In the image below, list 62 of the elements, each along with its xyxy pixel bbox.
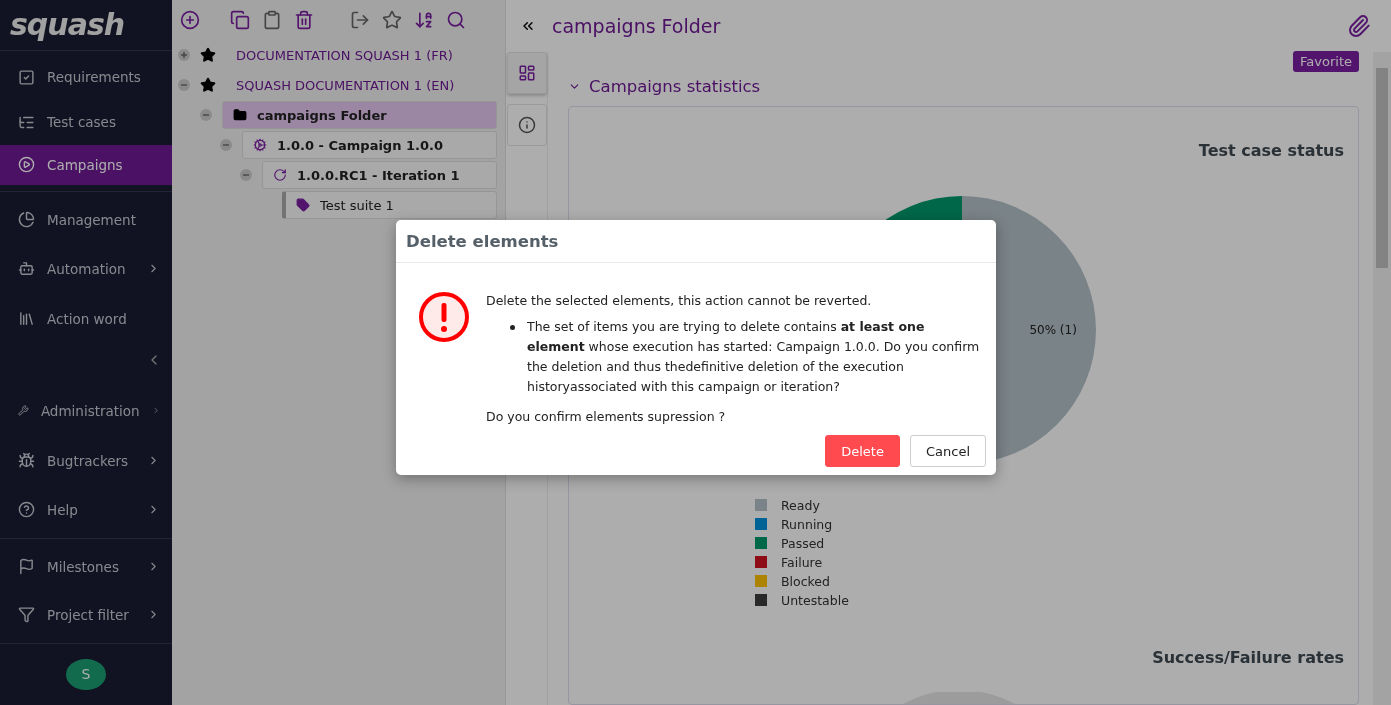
nav-icon — [18, 211, 35, 229]
tree-node[interactable]: DOCUMENTATION SQUASH 1 (FR) — [226, 42, 497, 68]
page-title: campaigns Folder — [552, 15, 722, 37]
nav-item[interactable]: Project filter — [0, 590, 172, 639]
nav-icon — [18, 452, 35, 470]
warning-icon — [418, 291, 470, 343]
paperclip-icon[interactable] — [1347, 14, 1371, 38]
dialog-message: Delete the selected elements, this action cannot be reverted. — [486, 292, 873, 310]
tree-node[interactable]: 1.0.0.RC1 - Iteration 1 — [262, 161, 497, 189]
expand-toggle[interactable] — [220, 139, 232, 151]
tree-node[interactable]: 1.0.0 - Campaign 1.0.0 — [242, 131, 497, 159]
nav-item[interactable]: Test cases — [0, 99, 172, 145]
nav-icon — [18, 68, 35, 86]
nav-icon — [18, 310, 35, 328]
legend-label: Ready — [781, 497, 820, 513]
delete-button[interactable]: Delete — [825, 435, 900, 467]
tree-node[interactable]: SQUASH DOCUMENTATION 1 (EN) — [226, 72, 497, 98]
favorite-badge: Favorite — [1293, 51, 1359, 72]
expand-toggle[interactable] — [178, 79, 190, 91]
avatar[interactable]: S — [66, 658, 106, 690]
legend-label: Failure — [781, 554, 823, 570]
nav-item[interactable]: Requirements — [0, 54, 172, 100]
dialog-title: Delete elements — [396, 220, 996, 263]
section-title: Campaigns statistics — [589, 76, 761, 96]
dialog-question: Do you confirm elements supression ? — [486, 408, 727, 426]
nav-icon — [18, 501, 35, 519]
nav-item[interactable]: Bugtrackers — [0, 435, 172, 486]
chart-title: Success/Failure rates — [1152, 648, 1344, 667]
chart-title: Test case status — [1198, 141, 1344, 160]
nav-item[interactable]: Automation — [0, 243, 172, 294]
nav-item[interactable]: Management — [0, 195, 172, 244]
info-icon — [517, 116, 536, 134]
nav-icon — [18, 156, 35, 174]
folder-icon — [233, 108, 247, 122]
tree-node[interactable]: Test suite 1 — [282, 191, 497, 219]
slice-label: 50% (1) — [1029, 323, 1077, 337]
nav-item[interactable]: Milestones — [0, 542, 172, 591]
cancel-button[interactable]: Cancel — [909, 435, 986, 467]
legend-label: Running — [781, 516, 833, 532]
side-tab[interactable] — [506, 104, 547, 146]
side-tab[interactable] — [506, 52, 547, 94]
expand-toggle[interactable] — [178, 49, 190, 61]
tree-node[interactable]: campaigns Folder — [222, 101, 497, 129]
nav-item[interactable]: Campaigns — [0, 144, 172, 185]
nav-item[interactable]: Administration — [0, 385, 172, 436]
legend-label: Passed — [781, 535, 825, 551]
nav-icon — [18, 260, 35, 278]
legend-label: Blocked — [781, 573, 830, 589]
nav-item[interactable]: Help — [0, 485, 172, 534]
expand-toggle[interactable] — [240, 169, 252, 181]
nav-icon — [18, 558, 35, 576]
campaign-icon — [253, 138, 267, 152]
bullet-icon — [510, 325, 515, 330]
iteration-icon — [273, 168, 287, 182]
expand-toggle[interactable] — [200, 109, 212, 121]
dashboard-icon — [517, 64, 536, 82]
legend-label: Untestable — [781, 592, 849, 608]
nav-item[interactable]: Action word — [0, 293, 172, 344]
logo: squash — [10, 7, 125, 43]
bullet-text: The set of items you are trying to delete contains at least one element whose execution has started: Campaign 1.0.0. Do you confirm the deletion and thus thedefinitive deletion of the execution historyassociated with this campaign or iteration? — [527, 318, 981, 396]
suite-icon — [296, 198, 310, 212]
nav-icon — [18, 606, 35, 624]
